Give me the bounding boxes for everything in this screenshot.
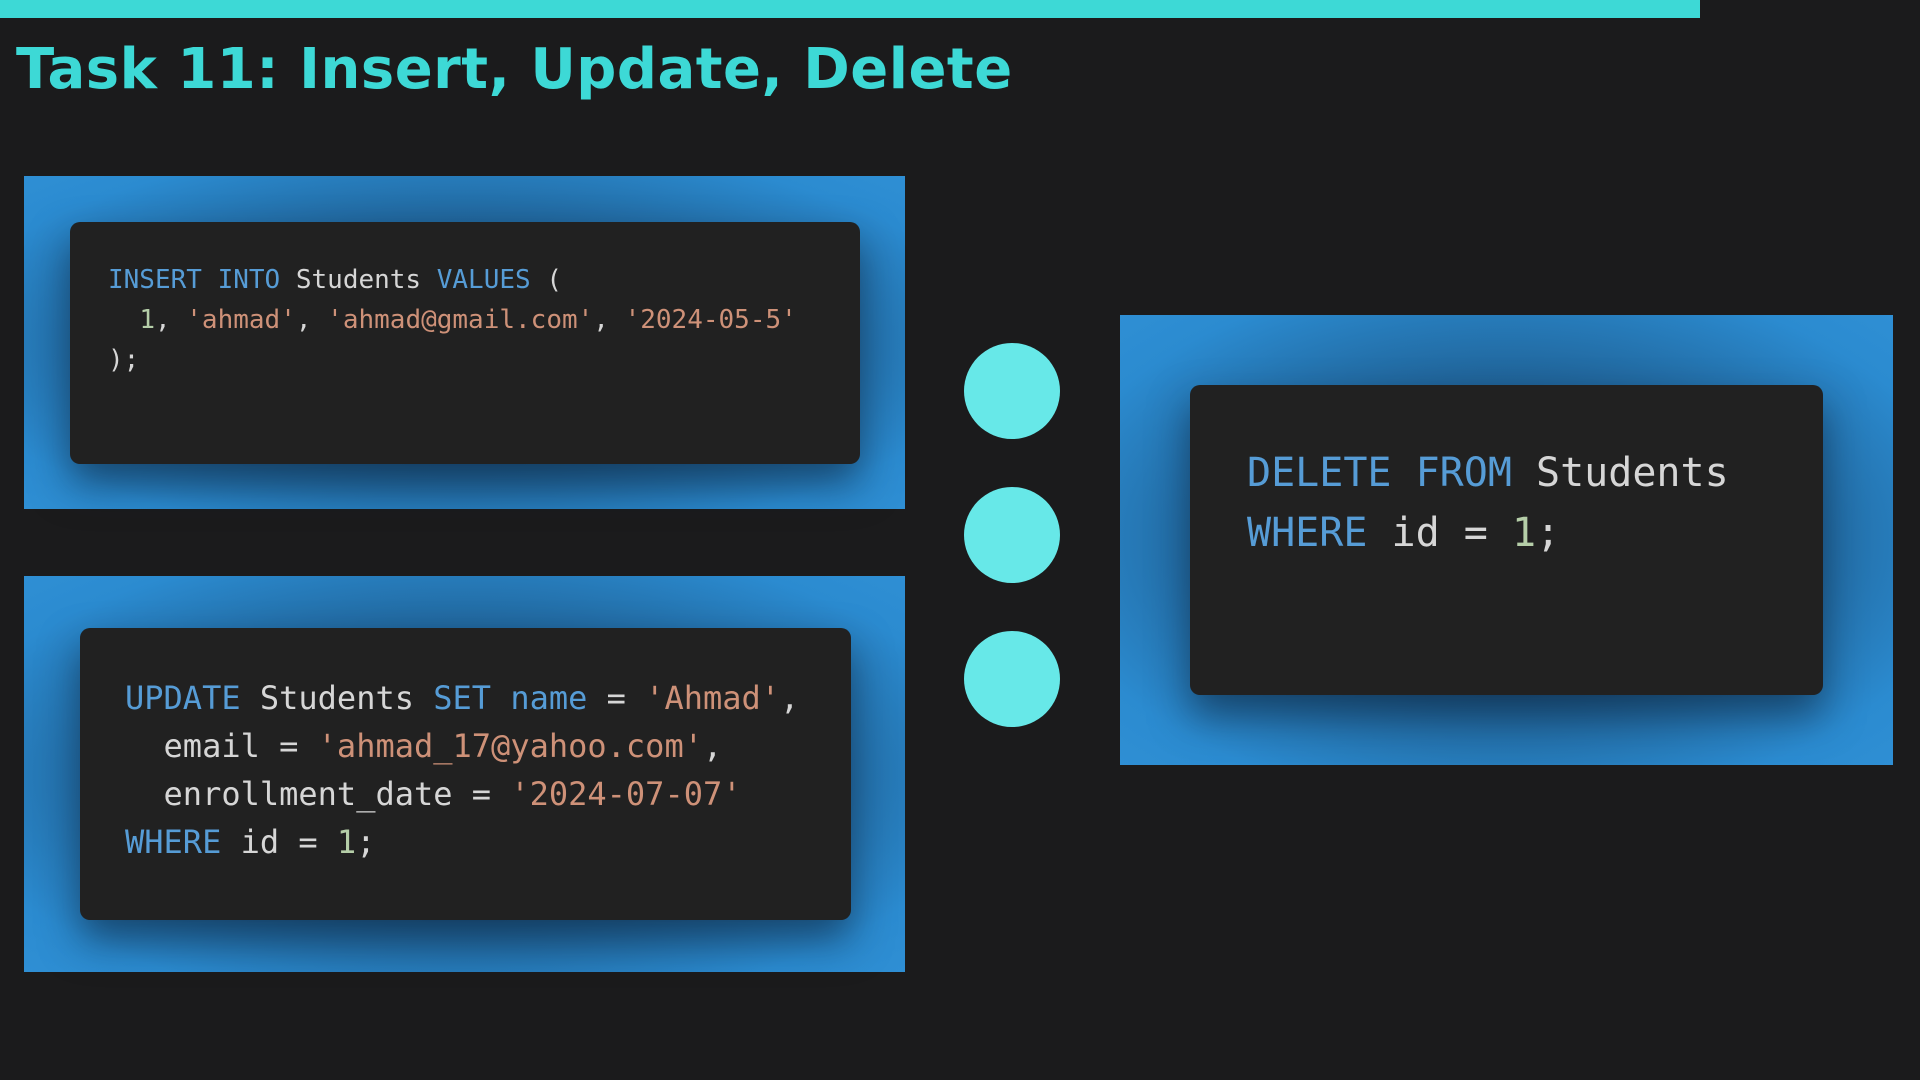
date-value: '2024-07-07' — [510, 775, 742, 813]
column-enrollment-date: enrollment_date — [163, 775, 453, 813]
column-name: name — [510, 679, 588, 717]
keyword-insert: INSERT — [108, 265, 202, 295]
id-value: 1 — [139, 305, 155, 335]
table-name: Students — [1536, 450, 1729, 496]
name-value: 'Ahmad' — [645, 679, 781, 717]
update-code: UPDATE Students SET name = 'Ahmad', emai… — [125, 679, 800, 861]
keyword-delete: DELETE — [1247, 450, 1392, 496]
id-value: 1 — [336, 823, 357, 861]
close-paren: ); — [108, 345, 140, 375]
keyword-set: SET — [433, 679, 492, 717]
statement-end: ; — [1536, 510, 1561, 556]
keyword-update: UPDATE — [125, 679, 241, 717]
insert-code: INSERT INTO Students VALUES ( 1, 'ahmad'… — [108, 265, 797, 375]
email-value: 'ahmad@gmail.com' — [327, 305, 594, 335]
column-id: id — [240, 823, 280, 861]
keyword-where: WHERE — [125, 823, 222, 861]
table-name: Students — [295, 265, 422, 295]
dot-3 — [964, 631, 1060, 727]
email-value: 'ahmad_17@yahoo.com' — [317, 727, 703, 765]
insert-panel: INSERT INTO Students VALUES ( 1, 'ahmad'… — [24, 176, 905, 509]
delete-panel: DELETE FROM Students WHERE id = 1; — [1120, 315, 1893, 765]
name-value: 'ahmad' — [186, 305, 296, 335]
delete-code: DELETE FROM Students WHERE id = 1; — [1247, 450, 1729, 556]
table-name: Students — [259, 679, 414, 717]
open-paren: ( — [546, 265, 562, 295]
update-code-card: UPDATE Students SET name = 'Ahmad', emai… — [80, 628, 851, 920]
dot-1 — [964, 343, 1060, 439]
keyword-into: INTO — [217, 265, 281, 295]
keyword-values: VALUES — [436, 265, 531, 295]
keyword-where: WHERE — [1247, 510, 1368, 556]
delete-code-card: DELETE FROM Students WHERE id = 1; — [1190, 385, 1823, 695]
keyword-from: FROM — [1415, 450, 1512, 496]
dot-2 — [964, 487, 1060, 583]
page-title: Task 11: Insert, Update, Delete — [16, 37, 1013, 102]
update-panel: UPDATE Students SET name = 'Ahmad', emai… — [24, 576, 905, 972]
column-email: email — [163, 727, 260, 765]
insert-code-card: INSERT INTO Students VALUES ( 1, 'ahmad'… — [70, 222, 860, 464]
top-accent-bar — [0, 0, 1700, 18]
statement-end: ; — [356, 823, 376, 861]
date-value: '2024-05-5' — [624, 305, 797, 335]
column-id: id — [1391, 510, 1440, 556]
id-value: 1 — [1511, 510, 1537, 556]
